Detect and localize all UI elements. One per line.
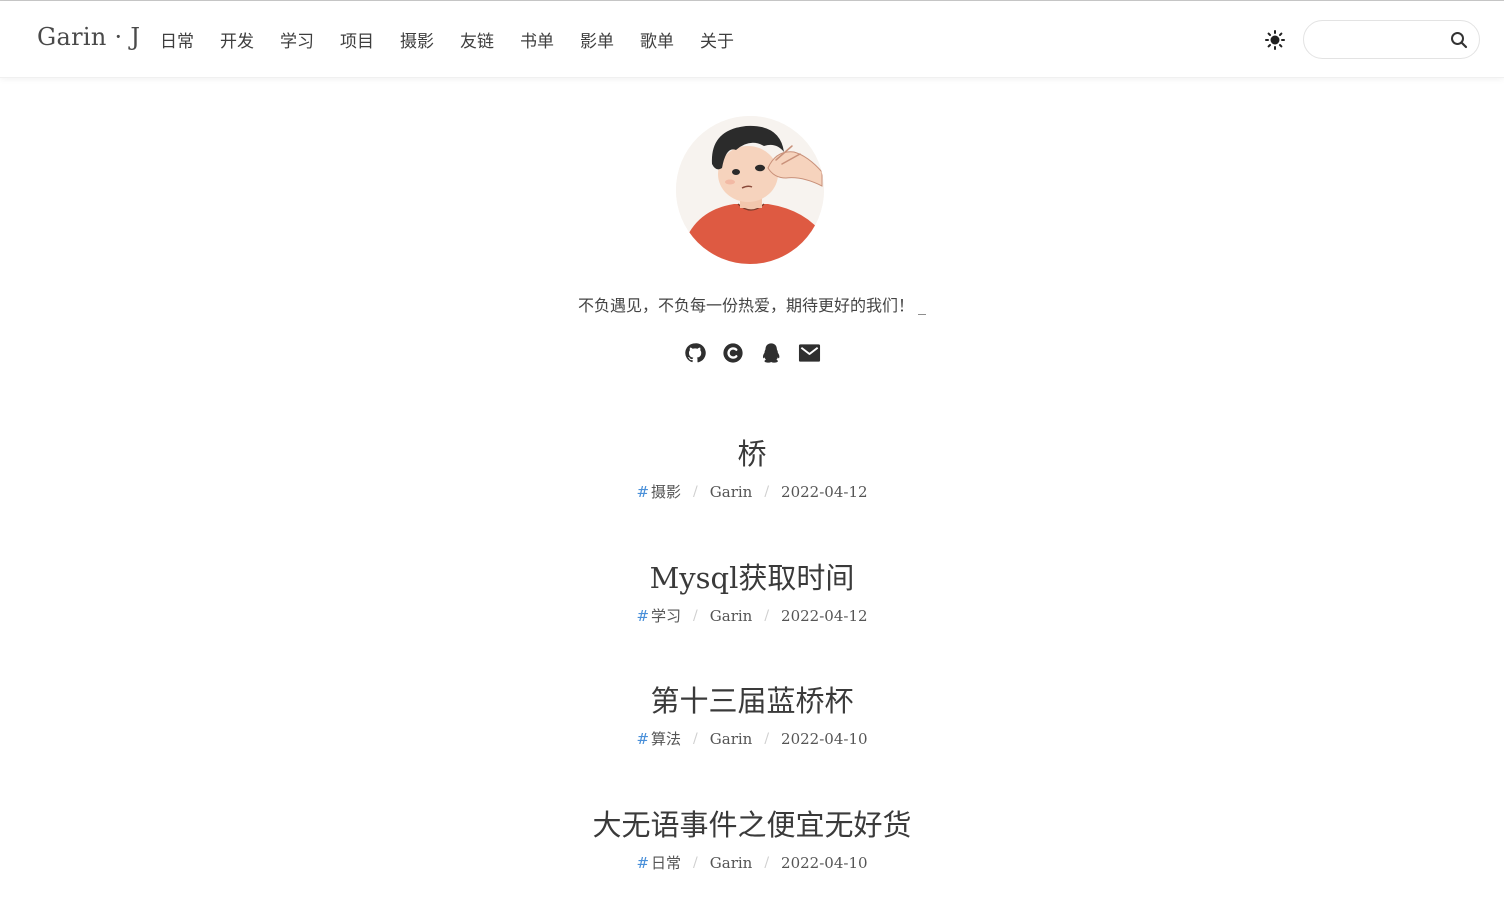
post-item: 大无语事件之便宜无好货 # 日常 / Garin / 2022-04-10: [0, 807, 1504, 873]
github-link[interactable]: [684, 341, 707, 364]
meta-separator: /: [693, 484, 698, 500]
mail-icon: [798, 343, 820, 362]
nav-item-movies[interactable]: 影单: [580, 27, 640, 52]
qq-link[interactable]: [760, 341, 783, 364]
post-title[interactable]: 桥: [0, 436, 1504, 472]
nav-item-about[interactable]: 关于: [700, 27, 760, 52]
post-tag-label: 算法: [651, 730, 682, 748]
search-icon: [1451, 32, 1468, 49]
avatar-illustration: [676, 116, 824, 264]
avatar: [676, 116, 824, 264]
nav-item-photography[interactable]: 摄影: [400, 27, 460, 52]
nav-item-projects[interactable]: 项目: [340, 27, 400, 52]
search-button[interactable]: [1449, 30, 1469, 50]
tagline-text: 不负遇见，不负每一份热爱，期待更好的我们！: [577, 296, 914, 315]
meta-separator: /: [693, 608, 698, 624]
meta-separator: /: [764, 484, 770, 500]
post-item: Mysql获取时间 # 学习 / Garin / 2022-04-12: [0, 560, 1504, 626]
qq-icon: [762, 342, 780, 363]
post-meta: # 日常 / Garin / 2022-04-10: [0, 853, 1504, 873]
post-author: Garin: [709, 607, 753, 625]
post-date: 2022-04-12: [781, 483, 868, 501]
post-date: 2022-04-12: [781, 607, 868, 625]
nav-item-study[interactable]: 学习: [280, 27, 340, 52]
post-title[interactable]: 第十三届蓝桥杯: [0, 683, 1504, 719]
sun-icon: [1265, 30, 1285, 50]
post-item: 桥 # 摄影 / Garin / 2022-04-12: [0, 436, 1504, 502]
hash-symbol: #: [636, 483, 650, 501]
post-tag[interactable]: # 学习: [636, 606, 681, 626]
hash-symbol: #: [636, 730, 650, 748]
social-links: [0, 341, 1504, 364]
post-author: Garin: [709, 730, 753, 748]
nav-item-dev[interactable]: 开发: [220, 27, 280, 52]
meta-separator: /: [764, 855, 770, 871]
csdn-icon: [723, 342, 743, 363]
hash-symbol: #: [636, 607, 650, 625]
nav-item-friends[interactable]: 友链: [460, 27, 520, 52]
main-nav: 日常 开发 学习 项目 摄影 友链 书单 影单 歌单 关于: [160, 27, 760, 52]
search-input[interactable]: [1318, 29, 1448, 53]
post-meta: # 算法 / Garin / 2022-04-10: [0, 729, 1504, 749]
nav-item-daily[interactable]: 日常: [160, 27, 220, 52]
post-author: Garin: [709, 854, 753, 872]
post-tag-label: 日常: [651, 854, 682, 872]
post-date: 2022-04-10: [781, 854, 868, 872]
csdn-link[interactable]: [722, 341, 745, 364]
post-tag[interactable]: # 算法: [636, 729, 681, 749]
theme-toggle-button[interactable]: [1263, 28, 1287, 52]
post-author: Garin: [709, 483, 753, 501]
email-link[interactable]: [798, 341, 821, 364]
post-title[interactable]: Mysql获取时间: [0, 560, 1504, 596]
post-meta: # 摄影 / Garin / 2022-04-12: [0, 482, 1504, 502]
nav-item-books[interactable]: 书单: [520, 27, 580, 52]
post-tag[interactable]: # 摄影: [636, 482, 681, 502]
github-icon: [685, 342, 706, 362]
post-tag-label: 学习: [651, 607, 682, 625]
hash-symbol: #: [636, 854, 650, 872]
post-tag[interactable]: # 日常: [636, 853, 681, 873]
profile-tagline: 不负遇见，不负每一份热爱，期待更好的我们！ _: [0, 292, 1504, 316]
post-date: 2022-04-10: [781, 730, 868, 748]
meta-separator: /: [764, 731, 770, 747]
meta-separator: /: [693, 731, 698, 747]
nav-item-songs[interactable]: 歌单: [640, 27, 700, 52]
typing-cursor: _: [918, 296, 926, 315]
post-meta: # 学习 / Garin / 2022-04-12: [0, 606, 1504, 626]
post-title[interactable]: 大无语事件之便宜无好货: [0, 807, 1504, 843]
site-brand[interactable]: Garin · J: [37, 23, 140, 51]
meta-separator: /: [693, 855, 698, 871]
post-tag-label: 摄影: [651, 483, 682, 501]
post-item: 第十三届蓝桥杯 # 算法 / Garin / 2022-04-10: [0, 683, 1504, 749]
search-box: [1303, 20, 1480, 59]
meta-separator: /: [764, 608, 770, 624]
navbar: Garin · J 日常 开发 学习 项目 摄影 友链 书单 影单 歌单 关于: [0, 1, 1504, 78]
